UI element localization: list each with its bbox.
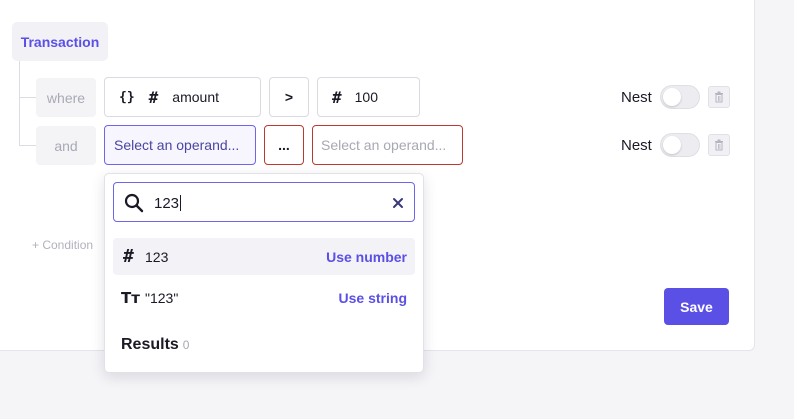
operator-select[interactable]: > <box>269 77 309 117</box>
clear-icon[interactable] <box>392 197 404 209</box>
right-operand-value: 100 <box>354 89 378 105</box>
operator-select[interactable]: ... <box>264 125 304 165</box>
save-button[interactable]: Save <box>664 288 729 325</box>
nest-toggle[interactable] <box>660 85 700 109</box>
number-type-icon: # <box>332 87 342 107</box>
entity-label: Transaction <box>20 33 100 50</box>
option-use-string[interactable]: Tт "123" Use string <box>113 279 415 316</box>
text-type-icon: Tт <box>121 288 140 307</box>
trash-icon <box>715 91 723 103</box>
right-operand-placeholder: Select an operand... <box>321 137 447 153</box>
option-action: Use number <box>326 248 407 265</box>
tree-connector-vertical <box>19 61 20 145</box>
nest-label: Nest <box>621 137 652 154</box>
nest-toggle[interactable] <box>660 133 700 157</box>
left-operand-field[interactable]: {} # amount <box>104 77 261 117</box>
tree-connector-and <box>19 145 36 146</box>
conjunction-where: where <box>36 78 96 117</box>
variable-icon: {} <box>119 89 135 105</box>
results-heading: Results 0 <box>121 336 190 353</box>
toggle-knob <box>663 88 681 106</box>
number-type-icon: # <box>148 87 159 107</box>
tree-connector-where <box>19 97 36 98</box>
add-condition-button[interactable]: + Condition <box>32 238 104 252</box>
nest-label: Nest <box>621 89 652 106</box>
number-icon: # <box>123 246 134 267</box>
option-text: "123" <box>145 289 179 306</box>
toggle-knob <box>663 136 681 154</box>
option-action: Use string <box>338 289 407 306</box>
search-value: 123 <box>154 195 180 212</box>
right-operand-field[interactable]: # 100 <box>317 77 420 117</box>
results-count: 0 <box>182 338 190 352</box>
conjunction-and: and <box>36 126 96 165</box>
operand-search-input[interactable]: 123 <box>113 182 415 222</box>
option-text: 123 <box>145 248 169 265</box>
entity-chip[interactable]: Transaction <box>12 22 108 61</box>
delete-row-button[interactable] <box>708 86 730 108</box>
delete-row-button[interactable] <box>708 134 730 156</box>
text-cursor <box>180 195 182 211</box>
option-use-number[interactable]: # 123 Use number <box>113 238 415 275</box>
left-operand-placeholder: Select an operand... <box>114 137 240 153</box>
search-icon <box>124 193 144 213</box>
trash-icon <box>715 139 723 151</box>
left-operand-label: amount <box>172 89 219 105</box>
right-operand-select[interactable]: Select an operand... <box>312 125 463 165</box>
left-operand-select[interactable]: Select an operand... <box>104 125 256 165</box>
operand-dropdown: 123 # 123 Use number Tт "123" Use string… <box>104 173 424 373</box>
